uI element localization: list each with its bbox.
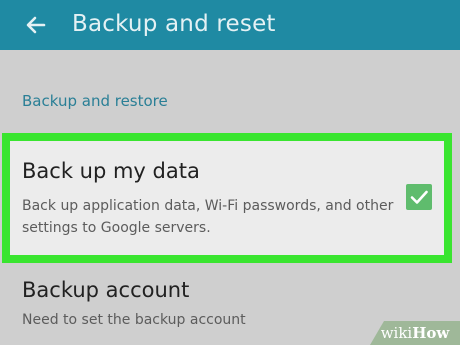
setting-title: Backup account bbox=[22, 278, 190, 302]
wikihow-watermark: wikiHow bbox=[370, 321, 460, 345]
page-title: Backup and reset bbox=[72, 11, 276, 37]
watermark-wiki: wiki bbox=[380, 324, 413, 342]
setting-description: Back up application data, Wi-Fi password… bbox=[22, 198, 394, 236]
setting-title: Back up my data bbox=[22, 159, 200, 183]
app-bar: Backup and reset bbox=[0, 0, 460, 50]
section-header-backup-and-restore: Backup and restore bbox=[22, 92, 168, 110]
setting-description: Need to set the backup account bbox=[22, 312, 246, 328]
checkmark-icon bbox=[410, 190, 428, 204]
back-arrow-icon[interactable] bbox=[22, 11, 50, 39]
watermark-how: How bbox=[412, 324, 450, 342]
setting-item-back-up-my-data[interactable]: Back up my data Back up application data… bbox=[2, 133, 452, 263]
back-up-my-data-checkbox[interactable] bbox=[406, 184, 432, 210]
